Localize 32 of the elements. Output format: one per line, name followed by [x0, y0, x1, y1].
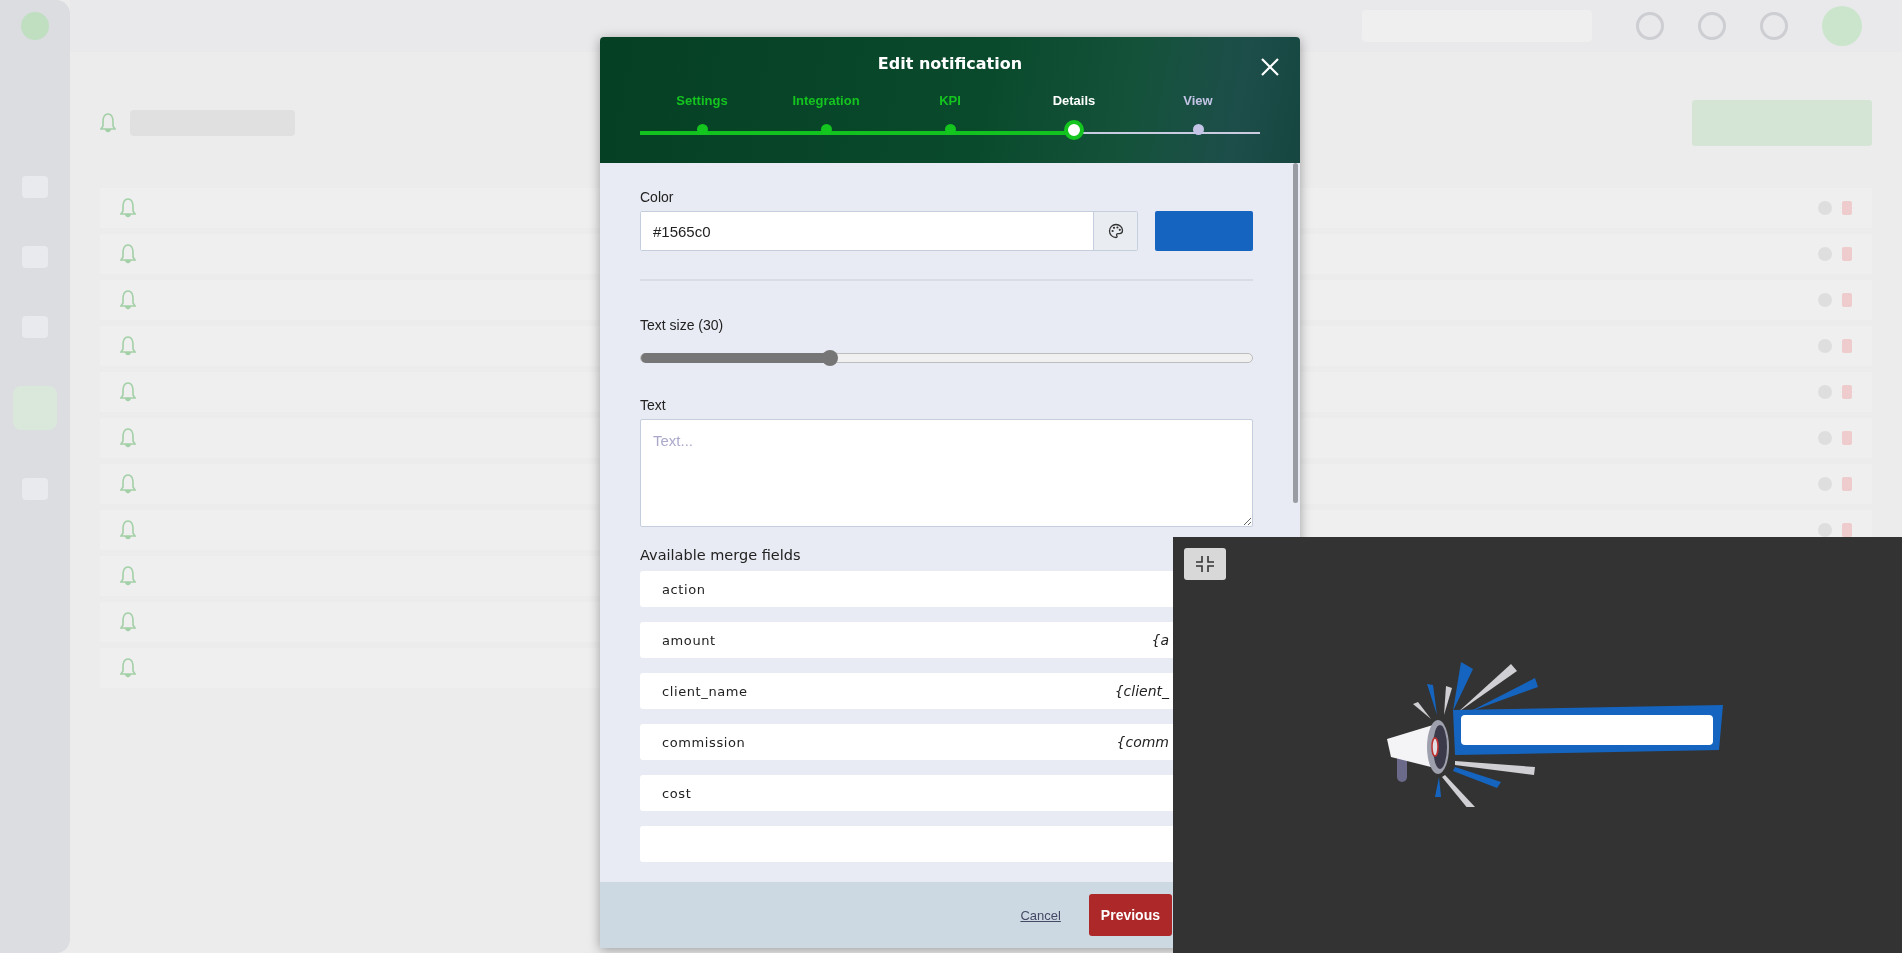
- merge-field-token: {a: [1151, 632, 1169, 648]
- merge-field-name: client_name: [662, 683, 748, 699]
- minimize-icon: [1195, 555, 1215, 573]
- step-dot[interactable]: [1192, 124, 1204, 135]
- text-input[interactable]: Text...: [640, 419, 1253, 527]
- merge-field-token: {client_: [1114, 683, 1169, 699]
- dialog-title: Edit notification: [877, 54, 1023, 73]
- merge-field-token: {comm: [1116, 734, 1169, 750]
- color-label: Color: [640, 189, 675, 205]
- step-label[interactable]: Integration: [792, 93, 860, 108]
- step-dot[interactable]: [1064, 120, 1084, 140]
- text-size-slider[interactable]: [640, 353, 1253, 363]
- close-icon[interactable]: [1260, 57, 1280, 77]
- merge-field-name: amount: [662, 632, 716, 648]
- palette-icon: [1107, 223, 1124, 239]
- palette-button[interactable]: [1093, 212, 1137, 250]
- step-label[interactable]: Settings: [676, 93, 728, 108]
- step-label[interactable]: Details: [1052, 93, 1096, 108]
- text-label: Text: [640, 397, 667, 413]
- step-label[interactable]: View: [1183, 93, 1213, 108]
- merge-field-name: commission: [662, 734, 746, 750]
- merge-field-name: cost: [662, 785, 692, 801]
- step-label[interactable]: KPI: [939, 93, 961, 108]
- cancel-link[interactable]: Cancel: [1020, 907, 1061, 923]
- text-size-label: Text size (30): [640, 317, 725, 333]
- minimize-button[interactable]: [1184, 548, 1226, 580]
- scrollbar[interactable]: [1293, 163, 1298, 503]
- slider-thumb[interactable]: [822, 350, 839, 366]
- merge-fields-title: Available merge fields: [640, 547, 802, 563]
- color-swatch[interactable]: [1155, 211, 1253, 251]
- merge-field-name: action: [662, 581, 706, 597]
- previous-button[interactable]: Previous: [1088, 894, 1172, 936]
